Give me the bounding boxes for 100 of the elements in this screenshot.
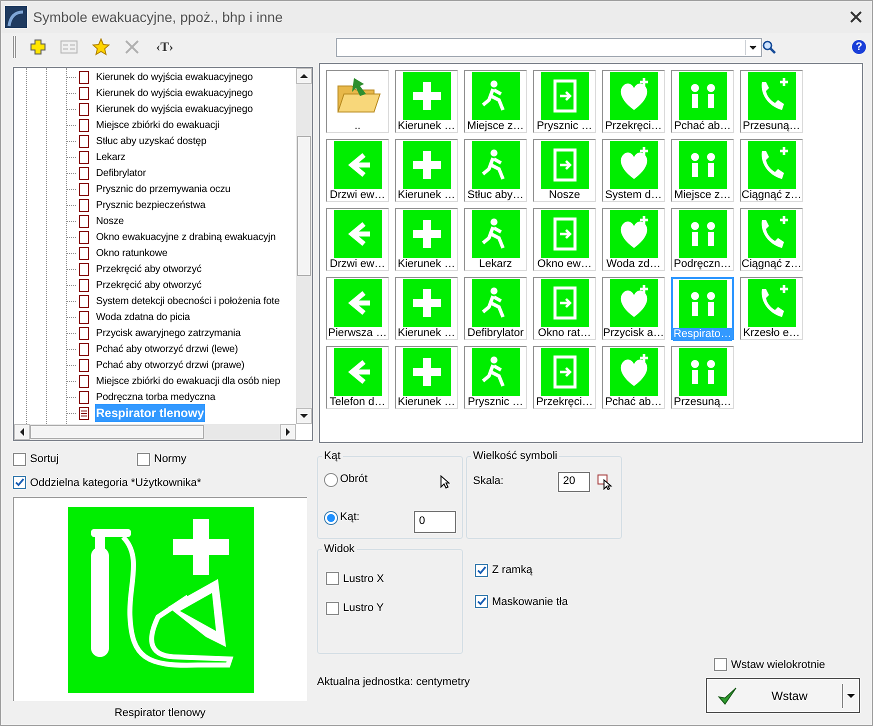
- symbol-tile[interactable]: Podręczn…: [671, 208, 734, 271]
- radio-button[interactable]: [324, 510, 338, 524]
- symbol-tile[interactable]: Prysznic …: [464, 346, 527, 409]
- safety-sign-icon[interactable]: [678, 72, 726, 120]
- safety-sign-icon[interactable]: [334, 210, 382, 258]
- safety-sign-icon[interactable]: [334, 141, 382, 189]
- search-icon[interactable]: [762, 40, 776, 54]
- safety-sign-icon[interactable]: [540, 210, 588, 258]
- tree-item[interactable]: Prysznic do przemywania oczu: [95, 182, 232, 196]
- insert-button[interactable]: Wstaw: [706, 678, 860, 713]
- checkbox[interactable]: [475, 564, 488, 577]
- checkbox[interactable]: [326, 602, 339, 615]
- tree-item[interactable]: Woda zdatna do picia: [95, 310, 191, 324]
- safety-sign-icon[interactable]: [610, 72, 658, 120]
- symbol-tile[interactable]: Ciągnąć z…: [740, 208, 803, 271]
- safety-sign-icon[interactable]: [334, 279, 382, 327]
- symbol-tile[interactable]: Prysznic …: [533, 70, 596, 133]
- safety-sign-icon[interactable]: [610, 348, 658, 396]
- symbol-tile[interactable]: Miejsce z…: [464, 70, 527, 133]
- scroll-up-icon[interactable]: [296, 68, 312, 84]
- tree-item[interactable]: Nosze: [95, 214, 125, 228]
- radio-button[interactable]: [324, 472, 338, 486]
- scroll-thumb[interactable]: [30, 425, 204, 439]
- tree-item[interactable]: Lekarz: [95, 150, 126, 164]
- symbol-tile[interactable]: Defibrylator: [464, 277, 527, 340]
- symbol-tile[interactable]: Krzesło e…: [740, 277, 803, 340]
- scale-input-field[interactable]: 20: [558, 472, 590, 492]
- safety-sign-icon[interactable]: [472, 348, 520, 396]
- tree-item[interactable]: Okno ewakuacyjne z drabiną ewakuacyjn: [95, 230, 277, 244]
- safety-sign-icon[interactable]: [472, 141, 520, 189]
- symbol-tile[interactable]: Woda zd…: [602, 208, 665, 271]
- symbol-tile[interactable]: Lekarz: [464, 208, 527, 271]
- help-button[interactable]: ?: [852, 40, 866, 54]
- checkbox[interactable]: [326, 572, 339, 586]
- symbol-tile[interactable]: Drzwi ew…: [326, 208, 389, 271]
- horizontal-scrollbar[interactable]: [14, 424, 296, 440]
- safety-sign-icon[interactable]: [402, 279, 450, 327]
- symbol-tile[interactable]: Kierunek …: [395, 208, 458, 271]
- safety-sign-icon[interactable]: [540, 141, 588, 189]
- safety-sign-icon[interactable]: [402, 72, 450, 120]
- checkbox[interactable]: [137, 452, 150, 466]
- safety-sign-icon[interactable]: [540, 348, 588, 396]
- symbol-tile[interactable]: Drzwi ew…: [326, 139, 389, 202]
- symbol-tile[interactable]: Telefon d…: [326, 346, 389, 409]
- tree-item[interactable]: System detekcji obecności i położenia fote: [95, 294, 281, 308]
- symbol-tile[interactable]: Pierwsza …: [326, 277, 389, 340]
- tree-item[interactable]: Miejsce zbiórki do ewakuacji: [95, 118, 220, 132]
- safety-sign-icon[interactable]: [748, 72, 796, 120]
- tree-item[interactable]: Pchać aby otworzyć drzwi (prawe): [95, 358, 246, 372]
- symbol-tile[interactable]: Kierunek …: [395, 277, 458, 340]
- safety-sign-icon[interactable]: [610, 210, 658, 258]
- symbol-tile[interactable]: Kierunek …: [395, 139, 458, 202]
- safety-sign-icon[interactable]: [472, 210, 520, 258]
- tree-item[interactable]: Przekręcić aby otworzyć: [95, 262, 203, 276]
- tree-item[interactable]: Defibrylator: [95, 166, 147, 180]
- symbol-tile[interactable]: Stłuc aby…: [464, 139, 527, 202]
- safety-sign-icon[interactable]: [402, 348, 450, 396]
- scroll-thumb[interactable]: [297, 136, 311, 276]
- tree-item[interactable]: Kierunek do wyjścia ewakuacyjnego: [95, 70, 254, 84]
- tree-item[interactable]: Stłuc aby uzyskać dostęp: [95, 134, 208, 148]
- tree-item[interactable]: Podręczna torba medyczna: [95, 390, 216, 404]
- safety-sign-icon[interactable]: [472, 279, 520, 327]
- tree-item[interactable]: Miejsce zbiórki do ewakuacji dla osób niep: [95, 374, 282, 388]
- symbol-tile[interactable]: Pchać ab…: [671, 70, 734, 133]
- tree-item[interactable]: Przekręcić aby otworzyć: [95, 278, 203, 292]
- star-icon[interactable]: [92, 38, 110, 56]
- symbol-tile[interactable]: Przekręci…: [602, 70, 665, 133]
- symbol-tile[interactable]: Nosze: [533, 139, 596, 202]
- tree-item[interactable]: Kierunek do wyjścia ewakuacyjnego: [95, 86, 254, 100]
- symbol-tile[interactable]: System d…: [602, 139, 665, 202]
- symbol-tile[interactable]: Przycisk a…: [602, 277, 665, 340]
- angle-input-field[interactable]: 0: [414, 510, 456, 532]
- safety-sign-icon[interactable]: [748, 210, 796, 258]
- symbol-tile[interactable]: Przesuną…: [740, 70, 803, 133]
- safety-sign-icon[interactable]: [540, 279, 588, 327]
- symbol-tile[interactable]: Kierunek …: [395, 70, 458, 133]
- safety-sign-icon[interactable]: [540, 72, 588, 120]
- safety-sign-icon[interactable]: [610, 141, 658, 189]
- text-tool-button[interactable]: ‹T›: [154, 37, 176, 57]
- safety-sign-icon[interactable]: [678, 210, 726, 258]
- symbol-tile[interactable]: Przesuną…: [671, 346, 734, 409]
- safety-sign-icon[interactable]: [402, 141, 450, 189]
- safety-sign-icon[interactable]: [610, 279, 658, 327]
- symbol-tile[interactable]: Ciągnąć z…: [740, 139, 803, 202]
- tree-item[interactable]: Prysznic bezpieczeństwa: [95, 198, 206, 212]
- symbol-tile[interactable]: Pchać ab…: [602, 346, 665, 409]
- checkbox[interactable]: [13, 476, 26, 490]
- scroll-right-icon[interactable]: [280, 424, 296, 440]
- safety-sign-icon[interactable]: [748, 279, 796, 327]
- safety-sign-icon[interactable]: [402, 210, 450, 258]
- tree-item[interactable]: Pchać aby otworzyć drzwi (lewe): [95, 342, 239, 356]
- add-icon[interactable]: [30, 39, 46, 55]
- scroll-left-icon[interactable]: [14, 424, 30, 440]
- symbol-tile[interactable]: Kierunek …: [395, 346, 458, 409]
- vertical-scrollbar[interactable]: [296, 68, 312, 424]
- close-icon[interactable]: [850, 11, 862, 23]
- pick-size-icon[interactable]: [597, 474, 613, 490]
- tree-item[interactable]: Przycisk awaryjnego zatrzymania: [95, 326, 242, 340]
- safety-sign-icon[interactable]: [678, 348, 726, 396]
- symbol-tile[interactable]: Okno ew…: [533, 208, 596, 271]
